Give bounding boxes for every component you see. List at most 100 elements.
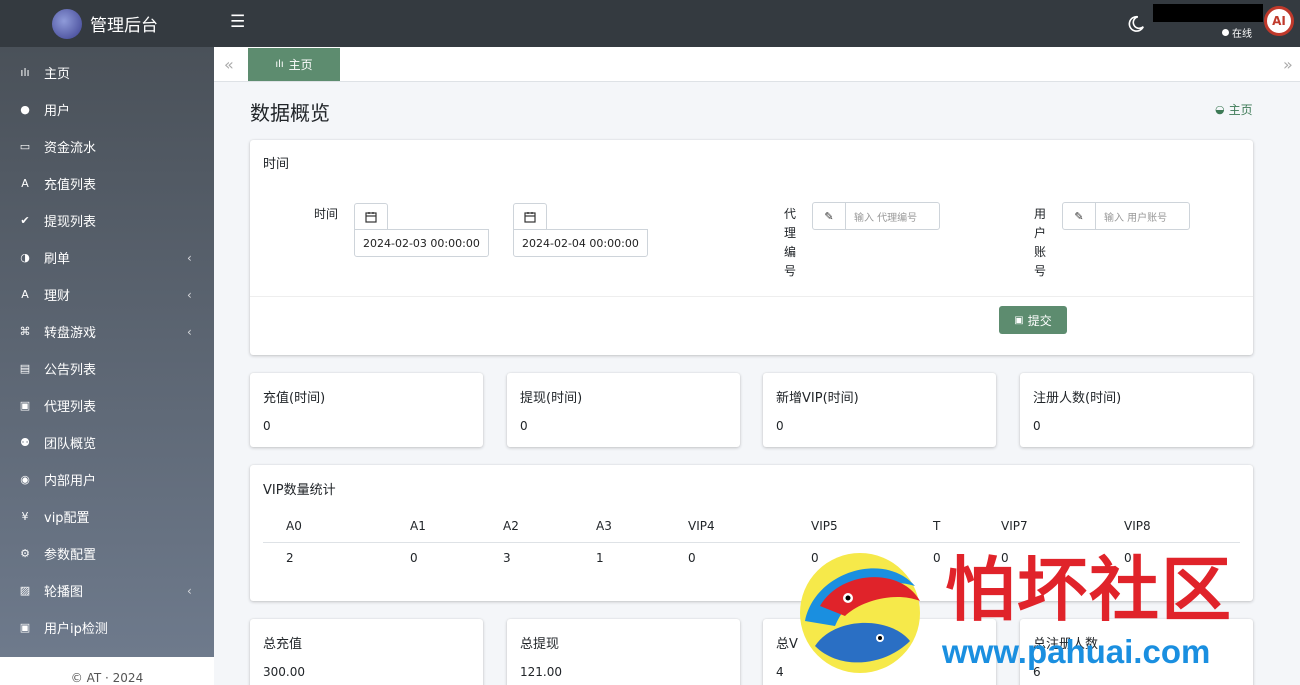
sidebar-item[interactable]: ▨ 轮播图 ‹	[0, 572, 214, 609]
sidebar-item[interactable]: A 充值列表	[0, 165, 214, 202]
sidebar-item[interactable]: ⚙ 参数配置	[0, 535, 214, 572]
sidebar-item[interactable]: ▭ 资金流水	[0, 128, 214, 165]
id-card-icon: ▣	[19, 621, 31, 634]
document-icon: ▤	[19, 362, 31, 375]
vip-column-header: A2	[503, 519, 519, 533]
vip-column-header: VIP4	[688, 519, 715, 533]
bar-chart-icon: ılı	[20, 66, 30, 79]
sidebar-item[interactable]: ▣ 代理列表	[0, 387, 214, 424]
period-stat-label: 提现(时间)	[520, 391, 583, 406]
chevron-left-icon: ‹	[187, 324, 192, 339]
online-dot-icon	[1222, 29, 1229, 36]
total-stat-label: 总充值	[263, 637, 303, 652]
total-stat-value: 4	[776, 665, 784, 679]
image-icon: ▨	[19, 584, 31, 597]
sidebar-item-label: vip配置	[44, 511, 90, 526]
sidebar-item[interactable]: ◑ 刷单 ‹	[0, 239, 214, 276]
filter-card-title: 时间	[263, 157, 290, 172]
dark-mode-icon[interactable]	[1127, 15, 1145, 33]
tab-scroll-right-icon[interactable]: »	[1283, 55, 1293, 74]
sidebar-item[interactable]: ✔ 提现列表	[0, 202, 214, 239]
period-stat-label: 充值(时间)	[263, 391, 326, 406]
top-navbar: 管理后台 ☰ 在线 AI	[0, 0, 1300, 47]
menu-toggle-icon[interactable]: ☰	[230, 12, 246, 32]
username-redacted[interactable]	[1153, 4, 1263, 22]
sidebar-item-label: 用户ip检测	[44, 622, 108, 637]
sidebar-item-label: 充值列表	[44, 178, 97, 193]
sidebar-item[interactable]: ılı 主页	[0, 54, 214, 91]
user-account-input[interactable]: 输入 用户账号	[1095, 202, 1190, 230]
sidebar-item-label: 刷单	[44, 252, 71, 267]
tab-home[interactable]: ılı 主页	[248, 48, 340, 81]
sidebar-item[interactable]: ¥ vip配置	[0, 498, 214, 535]
sidebar-item-label: 转盘游戏	[44, 326, 97, 341]
sidebar-item-label: 轮播图	[44, 585, 84, 600]
user-account-label: 用 户 账 号	[1033, 205, 1047, 281]
filter-divider	[250, 296, 1253, 297]
period-stat-label: 注册人数(时间)	[1033, 391, 1122, 406]
avatar-text: AI	[1272, 14, 1286, 28]
vip-column-header: T	[933, 519, 941, 533]
chevron-left-icon: ‹	[187, 583, 192, 598]
money-icon: ▭	[19, 140, 31, 153]
agent-id-label: 代 理 编 号	[783, 205, 797, 281]
total-stat-value: 121.00	[520, 665, 562, 679]
sidebar-item[interactable]: ● 用户	[0, 91, 214, 128]
vip-stats-title: VIP数量统计	[263, 483, 336, 498]
sidebar-item[interactable]: ▣ 用户ip检测	[0, 609, 214, 646]
user-account-label-char: 户	[1033, 226, 1046, 240]
sidebar-item[interactable]: ◉ 内部用户	[0, 461, 214, 498]
sidebar-item[interactable]: A 理财 ‹	[0, 276, 214, 313]
period-stat-card	[250, 373, 483, 447]
period-stat-value: 0	[520, 419, 528, 433]
sidebar-item-label: 资金流水	[44, 141, 97, 156]
sidebar-item-label: 内部用户	[44, 474, 97, 489]
bar-chart-icon: ılı	[275, 59, 284, 70]
yen-icon: ¥	[21, 510, 29, 523]
pencil-icon: ✎	[1062, 202, 1096, 230]
sidebar-item-label: 理财	[44, 289, 71, 304]
sidebar-item[interactable]: ⚉ 团队概览	[0, 424, 214, 461]
submit-button-label: 提交	[1027, 313, 1052, 328]
save-icon: ▣	[1014, 314, 1024, 326]
sidebar-item-label: 用户	[44, 104, 71, 119]
half-circle-icon: ◑	[20, 251, 30, 264]
tab-scroll-left-icon[interactable]: «	[224, 55, 234, 74]
breadcrumb-home[interactable]: 主页	[1229, 101, 1253, 118]
vip-count-cell: 1	[596, 551, 604, 565]
submit-button[interactable]: ▣ 提交	[999, 306, 1067, 334]
pencil-icon: ✎	[812, 202, 846, 230]
sidebar-item-label: 提现列表	[44, 215, 97, 230]
period-stat-card	[763, 373, 996, 447]
time-label: 时间	[314, 207, 339, 221]
agent-id-label-char: 代	[783, 207, 796, 221]
sidebar-item-label: 代理列表	[44, 400, 97, 415]
agent-id-label-char: 号	[783, 264, 796, 278]
vip-count-cell: 3	[503, 551, 511, 565]
sidebar-item[interactable]: ⌘ 转盘游戏 ‹	[0, 313, 214, 350]
check-square-icon: ✔	[20, 214, 30, 227]
vip-column-header: A0	[286, 519, 302, 533]
vip-column-header: VIP7	[1001, 519, 1028, 533]
brand[interactable]: 管理后台	[0, 0, 214, 47]
avatar[interactable]: AI	[1264, 6, 1294, 36]
sidebar-item[interactable]: ▤ 公告列表	[0, 350, 214, 387]
end-time-input[interactable]: 2024-02-04 00:00:00	[513, 229, 648, 257]
agent-icon: ▣	[19, 399, 31, 412]
user-icon: ●	[20, 103, 30, 116]
brand-title: 管理后台	[90, 16, 158, 36]
watermark-title: 怕坏社区	[945, 548, 1233, 631]
gamepad-icon: ⌘	[19, 325, 31, 338]
breadcrumb[interactable]: ◒ 主页	[1215, 101, 1253, 118]
start-time-input[interactable]: 2024-02-03 00:00:00	[354, 229, 489, 257]
agent-id-input[interactable]: 输入 代理编号	[845, 202, 940, 230]
calendar-icon[interactable]	[354, 203, 388, 231]
online-status: 在线	[1222, 25, 1252, 40]
page-title: 数据概览	[250, 101, 330, 125]
vip-column-header: VIP5	[811, 519, 838, 533]
gears-icon: ⚙	[20, 547, 30, 560]
calendar-icon[interactable]	[513, 203, 547, 231]
sidebar-footer: © AT · 2024	[0, 657, 214, 685]
deposit-icon: A	[21, 177, 29, 190]
vip-count-cell: 0	[933, 551, 941, 565]
